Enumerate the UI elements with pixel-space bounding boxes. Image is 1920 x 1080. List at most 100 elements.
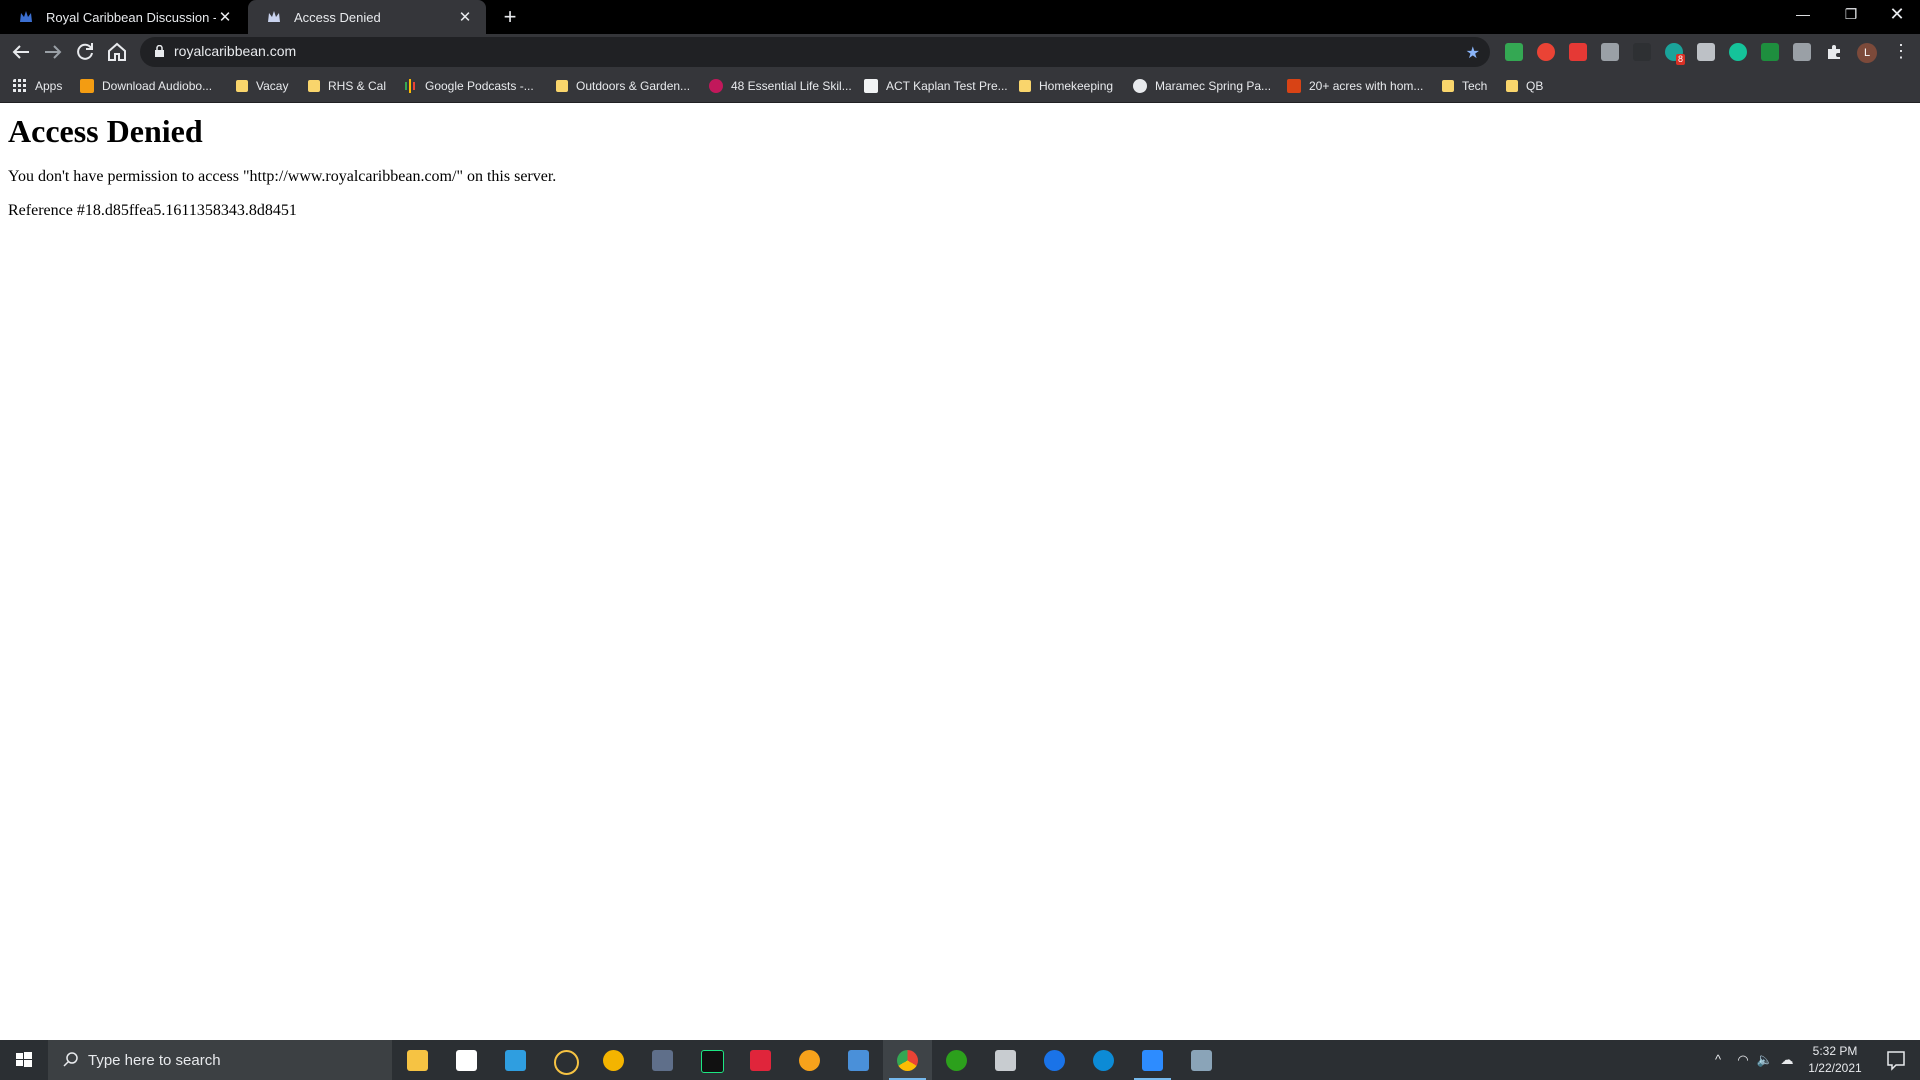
gray-extension-icon[interactable] [1601,43,1619,61]
tab-title: Royal Caribbean Discussion - Roy [46,9,216,25]
store-bag-icon [456,1050,477,1071]
tab-title: Access Denied [294,9,381,25]
folder-icon [308,80,320,92]
stop-hand-extension-icon[interactable] [1537,43,1555,61]
forward-arrow-icon[interactable] [41,40,65,64]
bookmark-label: Outdoors & Garden... [576,79,691,93]
minimize-button[interactable]: — [1780,0,1826,30]
folder-icon [236,80,248,92]
tab-access-denied[interactable]: Access Denied ✕ [248,0,486,34]
reference-number: Reference #18.d85ffea5.1611358343.8d8451 [8,202,297,219]
close-tab-icon[interactable]: ✕ [216,8,234,26]
bookmark-star-icon[interactable]: ★ [1466,43,1480,63]
cloud-upload-taskbar-button[interactable] [1030,1040,1079,1080]
grammarly-icon[interactable] [1729,43,1747,61]
taskbar-clock[interactable]: 5:32 PM 1/22/2021 [1800,1043,1870,1077]
bookmark-homekeeping[interactable]: Homekeeping [1019,78,1113,94]
profile-avatar[interactable]: L [1857,43,1877,63]
q-app-icon [750,1050,771,1071]
file-explorer-taskbar-button[interactable] [393,1040,442,1080]
show-hidden-icons-chevron-icon[interactable]: ^ [1706,1040,1730,1080]
dark-extension-icon[interactable] [1633,43,1651,61]
tasks-taskbar-button[interactable] [540,1040,589,1080]
hulu-icon [701,1050,724,1073]
l-app-icon [505,1050,526,1071]
clock-date: 1/22/2021 [1808,1061,1862,1075]
bookmark-label: Maramec Spring Pa... [1155,79,1272,93]
bookmark-act-kaplan[interactable]: ACT Kaplan Test Pre... [864,78,1008,94]
l-app-taskbar-button[interactable] [491,1040,540,1080]
store-taskbar-button[interactable] [442,1040,491,1080]
bookmark-essential-life-skills[interactable]: 48 Essential Life Skil... [709,78,852,94]
shield-icon [1191,1050,1212,1071]
weather-sun-icon [799,1050,820,1071]
bookmark-label: Google Podcasts -... [425,79,534,93]
edge-taskbar-button[interactable] [1079,1040,1128,1080]
search-placeholder: Type here to search [88,1052,221,1069]
restore-button[interactable]: ❐ [1828,0,1874,30]
bookmark-acres-with-home[interactable]: 20+ acres with hom... [1287,78,1423,94]
volume-icon[interactable]: 🔈 [1754,1040,1776,1080]
home-icon[interactable] [105,40,129,64]
bookmark-qb[interactable]: QB [1506,78,1543,94]
quickbooks-taskbar-button[interactable] [932,1040,981,1080]
extensions-puzzle-icon[interactable] [1825,43,1843,61]
back-arrow-icon[interactable] [9,40,33,64]
address-bar[interactable]: royalcaribbean.com ★ [140,37,1490,67]
bookmark-label: Apps [35,79,63,93]
search-icon [63,1052,78,1067]
scanner-taskbar-button[interactable] [834,1040,883,1080]
quizlet-taskbar-button[interactable] [736,1040,785,1080]
onedrive-cloud-icon[interactable]: ☁ [1776,1040,1798,1080]
act-icon [864,79,878,93]
zoom-taskbar-button[interactable] [1128,1040,1177,1080]
extension-badge: 8 [1676,54,1686,65]
bookmark-label: Homekeeping [1039,79,1114,93]
printer-taskbar-button[interactable] [981,1040,1030,1080]
address-text[interactable]: royalcaribbean.com [174,43,296,59]
bookmark-vacay[interactable]: Vacay [236,78,288,94]
close-window-button[interactable]: ✕ [1874,0,1920,30]
tab-strip: Royal Caribbean Discussion - Roy ✕ Acces… [0,0,1920,34]
lock-icon[interactable] [154,45,165,58]
chat-app-taskbar-button[interactable] [589,1040,638,1080]
bookmark-outdoors-garden[interactable]: Outdoors & Garden... [556,78,690,94]
checkmark-extension-icon[interactable] [1761,43,1779,61]
k-extension-icon[interactable] [1697,43,1715,61]
new-tab-button[interactable]: + [498,5,522,29]
network-icon[interactable]: ◠ [1732,1040,1754,1080]
bookmark-tech[interactable]: Tech [1442,78,1487,94]
more-menu-icon[interactable]: ⋮ [1892,42,1910,60]
close-tab-icon[interactable]: ✕ [456,8,474,26]
bookmark-apps[interactable]: Apps [13,78,62,94]
bookmark-rhs-cal[interactable]: RHS & Cal [308,78,386,94]
hulu-taskbar-button[interactable] [687,1040,736,1080]
bookmark-maramec-spring[interactable]: Maramec Spring Pa... [1133,78,1271,94]
apps-grid-icon [13,79,26,92]
cloud-upload-icon [1044,1050,1065,1071]
bookmark-label: Vacay [256,79,289,93]
page-content: Access Denied You don't have permission … [0,103,1920,1039]
realty-icon [1287,79,1301,93]
bookmark-label: 20+ acres with hom... [1309,79,1424,93]
google-podcasts-icon [405,79,415,93]
tab-royal-caribbean-discussion[interactable]: Royal Caribbean Discussion - Roy ✕ [0,0,246,34]
weather-taskbar-button[interactable] [785,1040,834,1080]
taskbar-search-box[interactable]: Type here to search [48,1040,392,1080]
folder-icon [556,80,568,92]
security-taskbar-button[interactable] [1177,1040,1226,1080]
bookmark-download-audiobooks[interactable]: Download Audiobo... [80,78,212,94]
wordpress-icon [1133,79,1147,93]
windows-start-icon[interactable] [0,1040,48,1080]
audiobooks-icon [80,79,94,93]
chrome-taskbar-button[interactable] [883,1040,932,1080]
calculator-taskbar-button[interactable] [638,1040,687,1080]
action-center-icon[interactable] [1872,1040,1920,1080]
shield-extension-icon[interactable] [1505,43,1523,61]
lock-extension-icon[interactable] [1569,43,1587,61]
cast-extension-icon[interactable] [1793,43,1811,61]
bookmark-google-podcasts[interactable]: Google Podcasts -... [403,78,534,94]
reload-icon[interactable] [73,40,97,64]
bookmark-label: RHS & Cal [328,79,387,93]
clock-time: 5:32 PM [1812,1044,1858,1058]
